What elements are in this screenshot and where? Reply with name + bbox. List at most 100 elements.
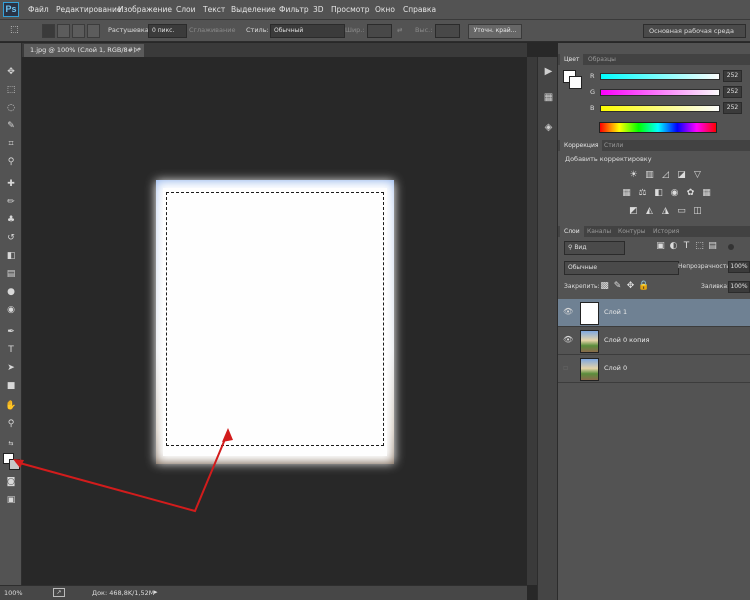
- quick-mask-icon[interactable]: ◙: [4, 475, 18, 489]
- zoom-level[interactable]: 100%: [4, 589, 23, 597]
- new-selection-icon[interactable]: [42, 24, 55, 38]
- bg-color-swatch[interactable]: [569, 76, 582, 89]
- menu-image[interactable]: Изображение: [118, 5, 172, 14]
- status-menu-arrow-icon[interactable]: ▸: [154, 588, 158, 596]
- shape-tool-icon[interactable]: ■: [4, 379, 18, 393]
- layer-row-layer0[interactable]: ▫ Слой 0: [558, 355, 750, 383]
- curves-icon[interactable]: ◿: [660, 170, 671, 181]
- rect-marquee-preset-icon[interactable]: ⬚: [10, 24, 26, 36]
- filter-smart-icon[interactable]: ▤: [707, 241, 718, 252]
- close-tab-icon[interactable]: ×: [134, 44, 140, 57]
- photo-filter-icon[interactable]: ◉: [669, 188, 680, 199]
- feather-input[interactable]: 0 пикс.: [148, 24, 187, 38]
- menu-filter[interactable]: Фильтр: [279, 5, 309, 14]
- layer-row-layer1[interactable]: 👁 Слой 1: [558, 299, 750, 327]
- clone-stamp-tool-icon[interactable]: ♣: [4, 213, 18, 227]
- levels-icon[interactable]: ▥: [644, 170, 655, 181]
- menu-edit[interactable]: Редактирование: [56, 5, 121, 14]
- invert-icon[interactable]: ◩: [628, 206, 639, 217]
- color-balance-icon[interactable]: ⚖: [637, 188, 648, 199]
- tab-adjustments[interactable]: Коррекция: [560, 140, 603, 151]
- channel-b-value[interactable]: 252: [723, 102, 742, 114]
- refine-edge-button[interactable]: Уточн. край...: [468, 24, 522, 39]
- channel-r-slider[interactable]: [600, 73, 720, 80]
- height-input[interactable]: [435, 24, 460, 38]
- menu-type[interactable]: Текст: [203, 5, 225, 14]
- brightness-contrast-icon[interactable]: ☀: [628, 170, 639, 181]
- layer-row-layer0-copy[interactable]: 👁 Слой 0 копия: [558, 327, 750, 355]
- filter-adjustment-icon[interactable]: ◐: [668, 241, 679, 252]
- blur-tool-icon[interactable]: ●: [4, 285, 18, 299]
- history-brush-tool-icon[interactable]: ↺: [4, 231, 18, 245]
- play-actions-icon[interactable]: ▶: [542, 65, 555, 78]
- fill-value[interactable]: 100%: [728, 281, 750, 293]
- dodge-tool-icon[interactable]: ◉: [4, 303, 18, 317]
- zoom-tool-icon[interactable]: ⚲: [4, 417, 18, 431]
- filter-pixel-icon[interactable]: ▣: [655, 241, 666, 252]
- eraser-tool-icon[interactable]: ◧: [4, 249, 18, 263]
- path-select-tool-icon[interactable]: ➤: [4, 361, 18, 375]
- menu-view[interactable]: Просмотр: [331, 5, 370, 14]
- quick-select-tool-icon[interactable]: ✎: [4, 119, 18, 133]
- document-image[interactable]: [156, 180, 394, 464]
- opacity-value[interactable]: 100%: [728, 261, 750, 273]
- tab-styles[interactable]: Стили: [600, 140, 627, 151]
- style-select[interactable]: Обычный: [270, 24, 345, 38]
- tab-history[interactable]: История: [649, 226, 683, 237]
- layer-name[interactable]: Слой 0: [604, 364, 627, 372]
- antialias-checkbox[interactable]: Сглаживание: [189, 26, 235, 34]
- black-white-icon[interactable]: ◧: [653, 188, 664, 199]
- gradient-tool-icon[interactable]: ▤: [4, 267, 18, 281]
- menu-3d[interactable]: 3D: [313, 5, 324, 14]
- posterize-icon[interactable]: ◭: [644, 206, 655, 217]
- menu-help[interactable]: Справка: [403, 5, 436, 14]
- channel-mixer-icon[interactable]: ✿: [685, 188, 696, 199]
- layer-name[interactable]: Слой 0 копия: [604, 336, 649, 344]
- pen-tool-icon[interactable]: ✒: [4, 325, 18, 339]
- move-tool-icon[interactable]: ✥: [4, 65, 18, 79]
- visibility-eye-icon[interactable]: 👁: [563, 335, 573, 344]
- marquee-tool-icon[interactable]: ⬚: [4, 83, 18, 97]
- visibility-eye-icon[interactable]: 👁: [563, 307, 573, 316]
- menu-select[interactable]: Выделение: [231, 5, 276, 14]
- exposure-icon[interactable]: ◪: [676, 170, 687, 181]
- filter-type-icon[interactable]: T: [681, 241, 692, 252]
- visibility-off-icon[interactable]: ▫: [563, 363, 568, 372]
- crop-tool-icon[interactable]: ⌗: [4, 137, 18, 151]
- selective-color-icon[interactable]: ◫: [692, 206, 703, 217]
- layer-kind-filter[interactable]: ⚲ Вид: [564, 241, 625, 255]
- channel-g-value[interactable]: 252: [723, 86, 742, 98]
- brush-tool-icon[interactable]: ✏: [4, 195, 18, 209]
- channel-r-value[interactable]: 252: [723, 70, 742, 82]
- menu-file[interactable]: Файл: [28, 5, 49, 14]
- tab-channels[interactable]: Каналы: [583, 226, 615, 237]
- background-color-swatch[interactable]: [9, 459, 20, 470]
- channel-b-slider[interactable]: [600, 105, 720, 112]
- color-spectrum-bar[interactable]: [599, 122, 717, 133]
- width-input[interactable]: [367, 24, 392, 38]
- hue-saturation-icon[interactable]: ▦: [621, 188, 632, 199]
- layer-name[interactable]: Слой 1: [604, 308, 627, 316]
- add-to-selection-icon[interactable]: [57, 24, 70, 38]
- canvas-area[interactable]: [22, 57, 527, 585]
- subtract-selection-icon[interactable]: [72, 24, 85, 38]
- lock-position-icon[interactable]: ✥: [625, 281, 636, 292]
- tab-color[interactable]: Цвет: [560, 54, 584, 65]
- swap-colors-icon[interactable]: ⇆: [4, 437, 18, 451]
- channel-g-slider[interactable]: [600, 89, 720, 96]
- color-lookup-icon[interactable]: ▦: [701, 188, 712, 199]
- healing-brush-tool-icon[interactable]: ✚: [4, 177, 18, 191]
- lock-all-icon[interactable]: 🔒: [638, 281, 649, 292]
- lock-transparency-icon[interactable]: ▩: [599, 281, 610, 292]
- gradient-map-icon[interactable]: ▭: [676, 206, 687, 217]
- filter-toggle-icon[interactable]: [728, 244, 734, 250]
- hand-tool-icon[interactable]: ✋: [4, 399, 18, 413]
- tab-paths[interactable]: Контуры: [614, 226, 649, 237]
- swap-icon[interactable]: ⇄: [397, 26, 402, 34]
- screen-mode-icon[interactable]: ▣: [4, 493, 18, 507]
- vibrance-icon[interactable]: ▽: [692, 170, 703, 181]
- canvas-vertical-scrollbar[interactable]: [527, 57, 537, 585]
- workspace-select[interactable]: Основная рабочая среда: [643, 24, 746, 38]
- tab-layers[interactable]: Слои: [560, 226, 584, 237]
- lock-pixels-icon[interactable]: ✎: [612, 281, 623, 292]
